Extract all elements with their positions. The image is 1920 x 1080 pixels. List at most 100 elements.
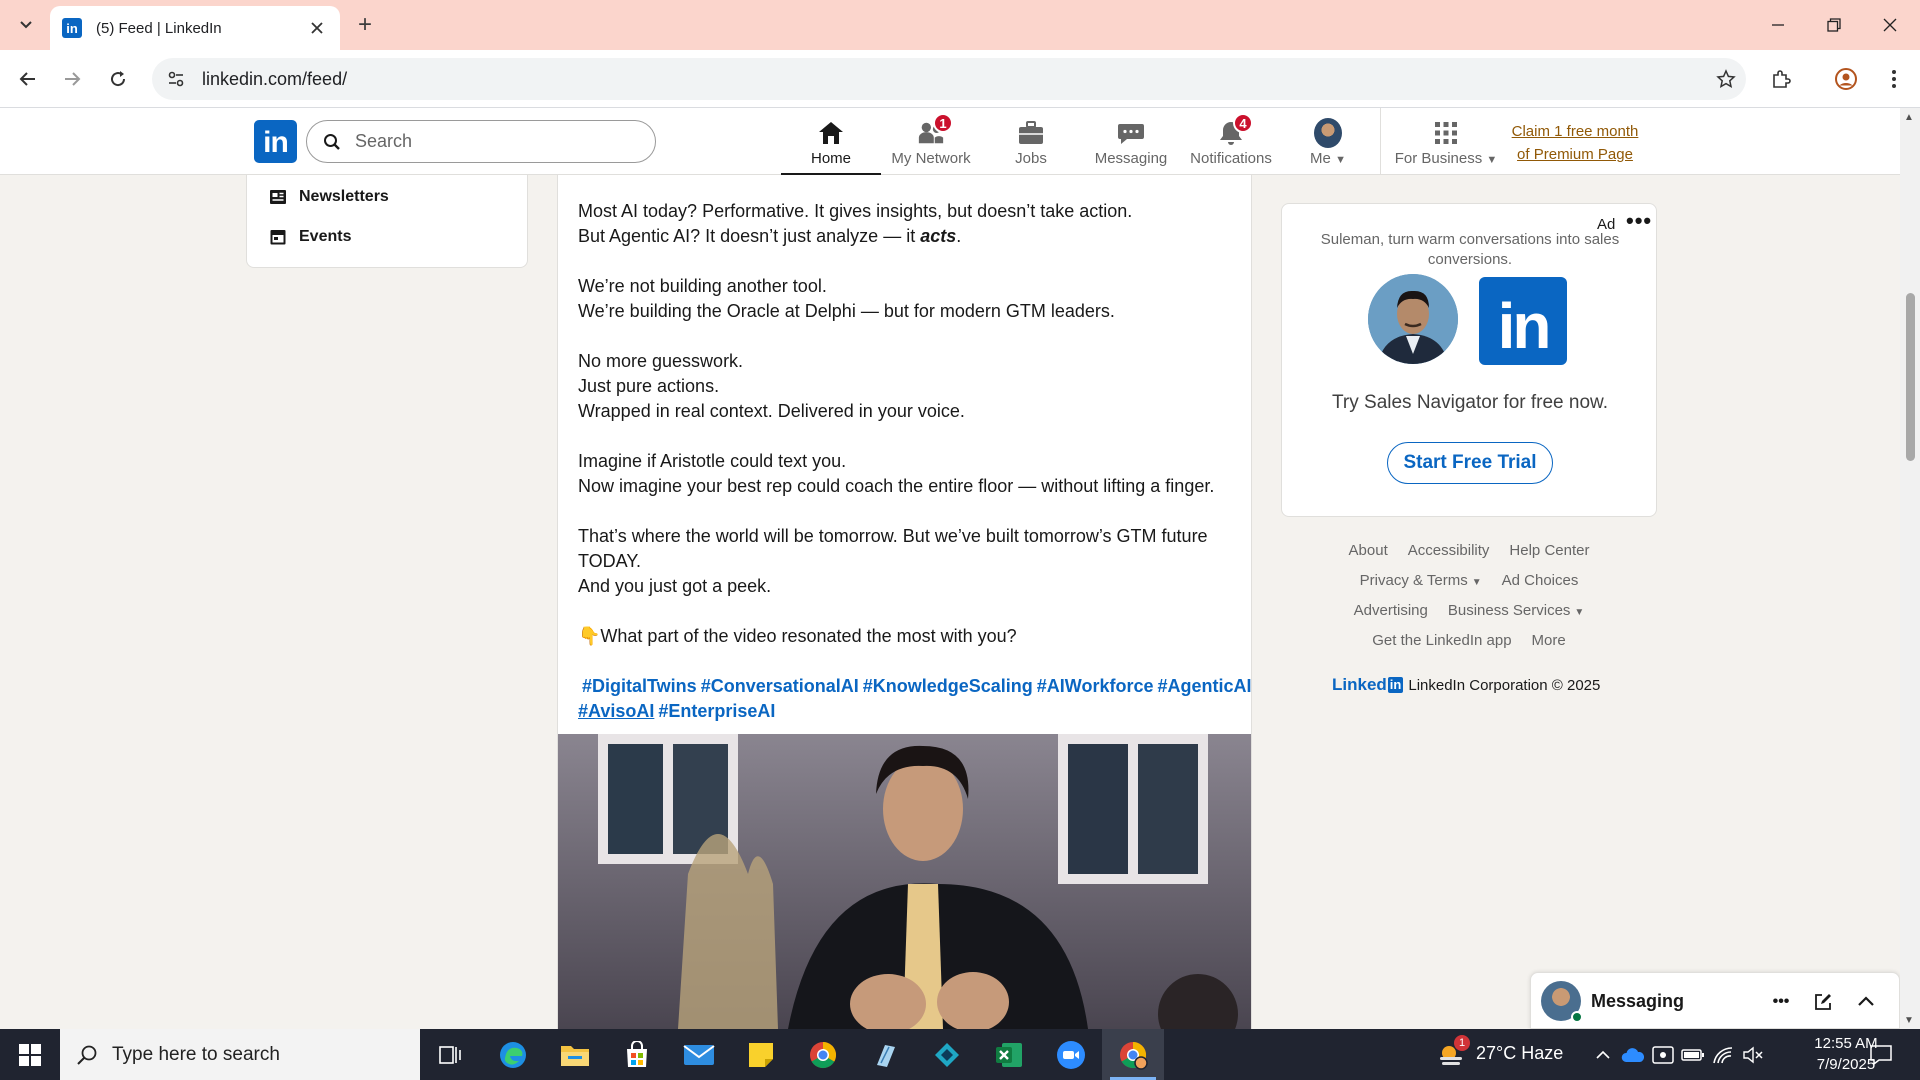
footer-link-business-services[interactable]: Business Services ▼ [1448,602,1584,619]
bookmark-star-icon[interactable] [1706,69,1746,89]
post-paragraph: Most AI today? Performative. It gives in… [578,201,1133,246]
start-free-trial-button[interactable]: Start Free Trial [1387,442,1553,484]
hashtag-list: #DigitalTwins #ConversationalAI #Knowledge… [578,674,1252,724]
onedrive-icon[interactable] [1621,1043,1645,1067]
footer-link-more[interactable]: More [1532,632,1566,649]
browser-tab-bar: in (5) Feed | LinkedIn + [0,0,1920,50]
footer-link-advertising[interactable]: Advertising [1354,602,1428,619]
caret-down-icon: ▼ [1335,154,1346,166]
page-scrollbar[interactable]: ▲ ▼ [1900,108,1920,1029]
nav-home[interactable]: Home [781,108,881,175]
taskbar-app-store[interactable] [606,1029,668,1080]
taskbar-app-excel[interactable] [978,1029,1040,1080]
arrow-right-icon [65,72,81,86]
nav-messaging[interactable]: Messaging [1081,108,1181,175]
tab-search-button[interactable] [12,12,40,38]
scrollbar-thumb[interactable] [1906,293,1915,461]
restore-button[interactable] [1806,0,1862,50]
hashtag-link[interactable]: #ConversationalAI [701,676,859,696]
footer-link-accessibility[interactable]: Accessibility [1408,542,1490,559]
taskbar-app-remote[interactable] [916,1029,978,1080]
reload-button[interactable] [102,63,134,95]
footer-link-ad-choices[interactable]: Ad Choices [1502,572,1579,589]
weather-text[interactable]: 27°C Haze [1476,1043,1563,1064]
hashtag-link[interactable]: #DigitalTwins [582,676,697,696]
wifi-icon[interactable] [1711,1043,1735,1067]
scroll-down-arrow-icon[interactable]: ▼ [1904,1015,1914,1026]
expand-messaging-button[interactable] [1851,987,1881,1017]
sidebar-item-newsletters[interactable]: Newsletters [269,185,389,209]
profile-button[interactable] [1830,63,1862,95]
restore-icon [1827,18,1841,32]
nav-for-business[interactable]: For Business ▼ [1394,108,1498,175]
search-box[interactable] [306,120,656,163]
site-info-icon[interactable] [156,59,196,99]
hashtag-link[interactable]: #AvisoAI [578,701,654,721]
nav-me[interactable]: Me ▼ [1281,108,1375,175]
store-icon [627,1040,647,1067]
ad-more-options-icon[interactable]: ••• [1626,208,1652,234]
tab-close-button[interactable] [306,17,328,39]
hashtag-link[interactable]: #AIWorkforce [1037,676,1154,696]
online-status-icon [1571,1011,1583,1023]
weather-badge: 1 [1454,1035,1470,1051]
footer-link-about[interactable]: About [1349,542,1388,559]
forward-button[interactable] [56,63,88,95]
back-button[interactable] [12,63,44,95]
hashtag-link[interactable]: #AgenticAI [1157,676,1251,696]
task-view-icon [439,1045,461,1064]
nav-jobs[interactable]: Jobs [981,108,1081,175]
footer-link-privacy-terms[interactable]: Privacy & Terms ▼ [1360,572,1482,589]
new-tab-button[interactable]: + [350,10,380,40]
tab-title: (5) Feed | LinkedIn [96,19,222,37]
messaging-overlay-bar[interactable]: Messaging ••• [1530,972,1900,1029]
battery-icon[interactable] [1681,1043,1705,1067]
reload-icon [111,71,126,87]
nav-label: For Business ▼ [1394,150,1498,167]
mail-icon [683,1044,715,1065]
task-view-button[interactable] [420,1029,482,1080]
minimize-button[interactable] [1750,0,1806,50]
address-bar[interactable]: linkedin.com/feed/ [152,58,1746,100]
more-vertical-icon [1892,70,1896,88]
avatar [1314,118,1342,148]
post-paragraph: Imagine if Aristotle could text you. Now… [578,451,1215,496]
show-hidden-icons-button[interactable] [1591,1043,1615,1067]
notification-center-icon[interactable] [1866,1043,1896,1067]
taskbar-app-file-explorer[interactable] [544,1029,606,1080]
browser-tab-linkedin[interactable]: in (5) Feed | LinkedIn [50,6,340,50]
taskbar-search-box[interactable]: Type here to search [60,1029,420,1080]
nav-label: Jobs [1015,150,1047,167]
nav-notifications[interactable]: 4 Notifications [1181,108,1281,175]
nav-label: Home [810,150,851,167]
meet-now-icon[interactable] [1651,1043,1675,1067]
close-window-button[interactable] [1862,0,1918,50]
footer-link-get-app[interactable]: Get the LinkedIn app [1372,632,1511,649]
hashtag-link[interactable]: #EnterpriseAI [658,701,775,721]
post-video[interactable] [558,734,1251,1029]
messaging-more-icon[interactable]: ••• [1766,987,1796,1017]
footer-link-help-center[interactable]: Help Center [1509,542,1589,559]
extensions-button[interactable] [1765,63,1797,95]
sidebar-item-events[interactable]: Events [269,225,351,249]
search-input[interactable] [355,131,615,152]
taskbar-app-zoom[interactable] [1040,1029,1102,1080]
compose-message-button[interactable] [1808,987,1838,1017]
scroll-up-arrow-icon[interactable]: ▲ [1904,112,1914,123]
linkedin-logo-icon[interactable]: in [254,120,297,163]
windows-taskbar: Type here to search 1 27°C Haze 12:55 AM… [0,1029,1920,1080]
weather-icon[interactable]: 1 [1436,1035,1470,1069]
taskbar-app-chrome-active[interactable] [1102,1029,1164,1080]
taskbar-app-notes[interactable] [854,1029,916,1080]
hashtag-link[interactable]: #KnowledgeScaling [863,676,1033,696]
taskbar-app-sticky-notes[interactable] [730,1029,792,1080]
volume-muted-icon[interactable] [1741,1043,1765,1067]
browser-menu-button[interactable] [1878,63,1910,95]
nav-my-network[interactable]: 1 My Network [881,108,981,175]
taskbar-app-edge[interactable] [482,1029,544,1080]
start-button[interactable] [0,1029,60,1080]
taskbar-app-chrome[interactable] [792,1029,854,1080]
excel-icon [996,1042,1022,1067]
premium-offer-link[interactable]: Claim 1 free month of Premium Page [1500,120,1650,166]
taskbar-app-mail[interactable] [668,1029,730,1080]
